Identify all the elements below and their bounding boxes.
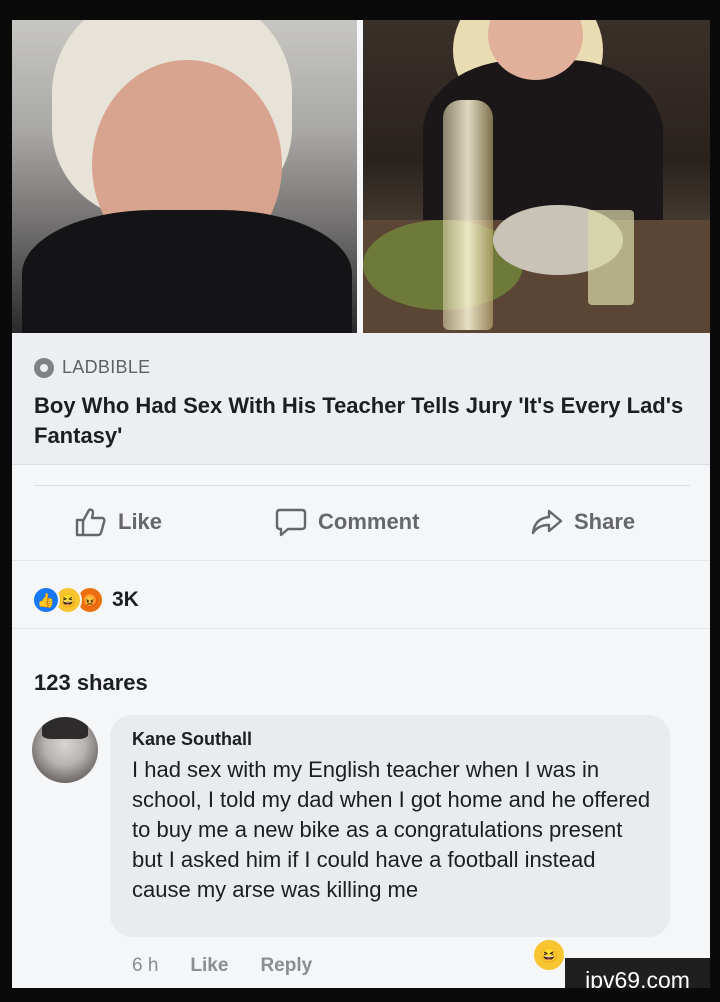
avatar[interactable] — [32, 717, 98, 783]
post-actions: Like Comment Share — [12, 498, 710, 552]
comment-time[interactable]: 6 h — [132, 955, 158, 977]
like-reaction-icon: 👍 — [32, 586, 60, 614]
post-photo-left[interactable] — [12, 20, 357, 333]
share-button[interactable]: Share — [530, 506, 635, 538]
like-label: Like — [118, 509, 163, 534]
watermark: ipv69.com — [565, 958, 710, 988]
globe-icon — [34, 357, 54, 378]
post-photo-right[interactable] — [363, 20, 710, 333]
link-headline[interactable]: Boy Who Had Sex With His Teacher Tells J… — [34, 391, 684, 451]
post-card: LADBIBLE Boy Who Had Sex With His Teache… — [12, 20, 710, 988]
comment-haha-icon: 😆 — [532, 938, 566, 972]
comment-bubble: Kane Southall I had sex with my English … — [110, 715, 670, 937]
share-label: Share — [574, 509, 636, 534]
shares-count[interactable]: 123 shares — [34, 670, 148, 696]
comment-text: I had sex with my English teacher when I… — [132, 757, 651, 902]
comment-reply-link[interactable]: Reply — [260, 955, 312, 977]
thumbs-up-icon — [75, 508, 106, 537]
reactions-summary[interactable]: 👍 😆 😡 3K — [32, 586, 139, 614]
reaction-count: 3K — [112, 588, 139, 611]
comment-author[interactable]: Kane Southall — [132, 729, 252, 750]
link-source: LADBIBLE — [34, 357, 150, 378]
source-name: LADBIBLE — [62, 357, 151, 377]
like-button[interactable]: Like — [74, 506, 162, 538]
comment-like-link[interactable]: Like — [190, 955, 228, 977]
comment-label: Comment — [318, 509, 420, 534]
comment-icon — [275, 508, 307, 537]
share-icon — [531, 509, 563, 535]
comment-button[interactable]: Comment — [274, 506, 419, 538]
comment-meta: 6 h Like Reply — [132, 955, 344, 977]
link-preview[interactable]: LADBIBLE Boy Who Had Sex With His Teache… — [12, 333, 710, 465]
